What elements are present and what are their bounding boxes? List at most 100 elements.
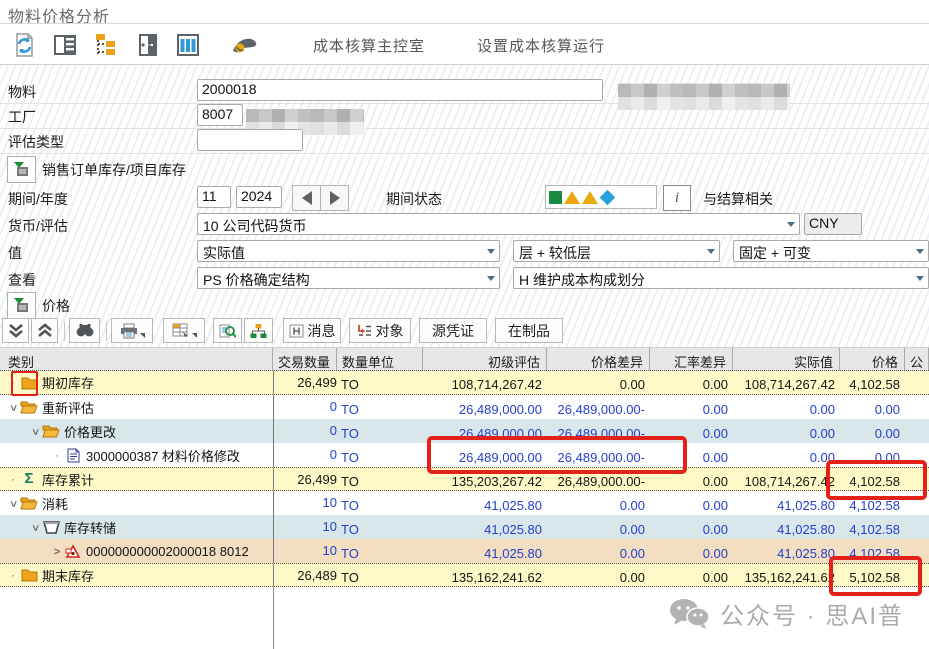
ok-hand-icon[interactable]	[227, 30, 261, 60]
table-row-2[interactable]: >价格更改0TO26,489,000.0026,489,000.00-0.000…	[0, 419, 929, 443]
value-cell-3: 0.00	[733, 446, 840, 465]
tree-expander-icon[interactable]: >	[6, 496, 20, 510]
period-year-row: 期间/年度 11 2024 期间状态 i 与结算相关	[0, 185, 929, 210]
magnifier-document-icon	[219, 323, 236, 339]
plant-row: 工厂 8007	[0, 103, 929, 129]
chevron-down-icon	[487, 276, 495, 281]
unit-cell: TO	[337, 373, 423, 392]
period-status-indicator	[545, 185, 657, 209]
folder-closed-icon	[20, 375, 38, 391]
quantity-cell: 0	[273, 443, 337, 467]
quantity-cell: 26,499	[273, 468, 337, 490]
value-cell-4: 4,102.58	[840, 494, 905, 513]
table-window-icon[interactable]	[171, 30, 205, 60]
print-button[interactable]	[111, 318, 153, 343]
column-header-8[interactable]: 公	[905, 348, 929, 370]
wip-button[interactable]: 在制品	[495, 318, 563, 343]
section-expand-button[interactable]	[7, 156, 36, 183]
exit-door-icon[interactable]	[130, 30, 164, 60]
level-select[interactable]: 层 + 较低层	[513, 240, 720, 262]
table-row-4[interactable]: ·Σ库存累计26,499TO135,203,267.4226,489,000.0…	[0, 467, 929, 491]
folder-open-icon	[20, 495, 38, 511]
value-cell-4: 4,102.58	[840, 470, 905, 489]
column-header-1[interactable]: 交易数量	[273, 348, 337, 370]
column-header-5[interactable]: 汇率差异	[650, 348, 733, 370]
table-header: 类别交易数量数量单位初级评估价格差异汇率差异实际值价格公	[0, 347, 929, 371]
value-cell-3: 41,025.80	[733, 518, 840, 537]
tree-leaf-marker: ·	[50, 448, 64, 462]
hierarchy-button[interactable]	[244, 318, 273, 343]
dropdown-arrow-icon	[192, 333, 197, 338]
period-status-label: 期间状态	[386, 189, 442, 209]
column-header-6[interactable]: 实际值	[733, 348, 840, 370]
table-row-5[interactable]: >消耗10TO41,025.800.000.0041,025.804,102.5…	[0, 491, 929, 515]
view-select[interactable]: PS 价格确定结构	[197, 267, 500, 289]
export-button[interactable]	[163, 318, 205, 343]
collapse-all-button[interactable]	[31, 318, 58, 343]
value-cell-2: 0.00	[650, 494, 733, 513]
messages-button[interactable]: 消息	[283, 318, 341, 343]
tree-expander-icon[interactable]: >	[6, 400, 20, 414]
column-header-2[interactable]: 数量单位	[337, 348, 423, 370]
currency-select-value: 10 公司代码货币	[203, 218, 306, 234]
source-document-button[interactable]: 源凭证	[419, 318, 487, 343]
value-cell-3: 108,714,267.42	[733, 470, 840, 489]
period-input[interactable]: 11	[197, 186, 231, 208]
value-cell-2: 0.00	[650, 518, 733, 537]
column-header-3[interactable]: 初级评估	[423, 348, 547, 370]
green-square-icon	[549, 191, 562, 204]
column-header-7[interactable]: 价格	[840, 348, 905, 370]
previous-period-button[interactable]	[292, 185, 321, 211]
tree-leaf-marker: ·	[6, 376, 20, 390]
hierarchy-orange-icon[interactable]	[89, 30, 123, 60]
view-select-value: PS 价格确定结构	[203, 272, 310, 288]
price-section-expand-button[interactable]	[7, 292, 36, 319]
currency-select[interactable]: 10 公司代码货币	[197, 213, 800, 235]
tree-expander-icon[interactable]: >	[28, 520, 42, 534]
document-icon	[64, 447, 82, 463]
chevron-down-icon	[707, 249, 715, 254]
valuation-type-input[interactable]	[197, 129, 303, 151]
set-costing-run-link[interactable]: 设置成本核算运行	[477, 35, 605, 56]
material-input[interactable]: 2000018	[197, 79, 603, 101]
next-period-button[interactable]	[320, 185, 349, 211]
binoculars-icon	[76, 323, 94, 338]
plant-input[interactable]: 8007	[197, 104, 243, 126]
alert-red-icon	[64, 543, 82, 559]
price-section-label: 价格	[42, 296, 70, 316]
value-cell-2: 0.00	[650, 470, 733, 489]
expand-all-button[interactable]	[2, 318, 29, 343]
table-row-6[interactable]: >库存转储10TO41,025.800.000.0041,025.804,102…	[0, 515, 929, 539]
cost-accounting-cockpit-link[interactable]: 成本核算主控室	[313, 35, 425, 56]
row-label: 3000000387 材料价格修改	[86, 446, 240, 465]
table-row-0[interactable]: ·期初库存26,499TO108,714,267.420.000.00108,7…	[0, 371, 929, 395]
refresh-document-icon[interactable]	[7, 30, 41, 60]
value-cell-0: 26,489,000.00	[423, 422, 547, 441]
tree-expander-icon[interactable]: >	[28, 424, 42, 438]
period-year-label: 期间/年度	[8, 189, 68, 209]
year-input[interactable]: 2024	[236, 186, 282, 208]
value-select[interactable]: 实际值	[197, 240, 500, 262]
table-row-3[interactable]: ·3000000387 材料价格修改0TO26,489,000.0026,489…	[0, 443, 929, 467]
value-cell-1: 0.00	[547, 373, 650, 392]
find-button[interactable]	[69, 318, 100, 343]
view-label: 查看	[8, 270, 36, 290]
value-cell-4: 4,102.58	[840, 373, 905, 392]
divider	[0, 23, 929, 24]
objects-button[interactable]: 对象	[349, 318, 411, 343]
table-row-8[interactable]: ·期末库存26,489TO135,162,241.620.000.00135,1…	[0, 563, 929, 587]
table-row-7[interactable]: >000000000002000018 801210TO41,025.800.0…	[0, 539, 929, 563]
quantity-cell: 0	[273, 419, 337, 443]
value-cell-2: 0.00	[650, 373, 733, 392]
fixed-variable-select[interactable]: 固定 + 可变	[733, 240, 929, 262]
column-header-0[interactable]: 类别	[0, 348, 273, 370]
display-detail-button[interactable]	[213, 318, 242, 343]
info-button[interactable]: i	[663, 185, 691, 211]
value-cell-4: 0.00	[840, 422, 905, 441]
tree-expander-icon[interactable]: >	[50, 544, 64, 558]
price-structure-table: ·期初库存26,499TO108,714,267.420.000.00108,7…	[0, 371, 929, 587]
table-row-1[interactable]: >重新评估0TO26,489,000.0026,489,000.00-0.000…	[0, 395, 929, 419]
cost-component-select[interactable]: H 维护成本构成划分	[513, 267, 929, 289]
layout-list-icon[interactable]	[48, 30, 82, 60]
column-header-4[interactable]: 价格差异	[547, 348, 650, 370]
